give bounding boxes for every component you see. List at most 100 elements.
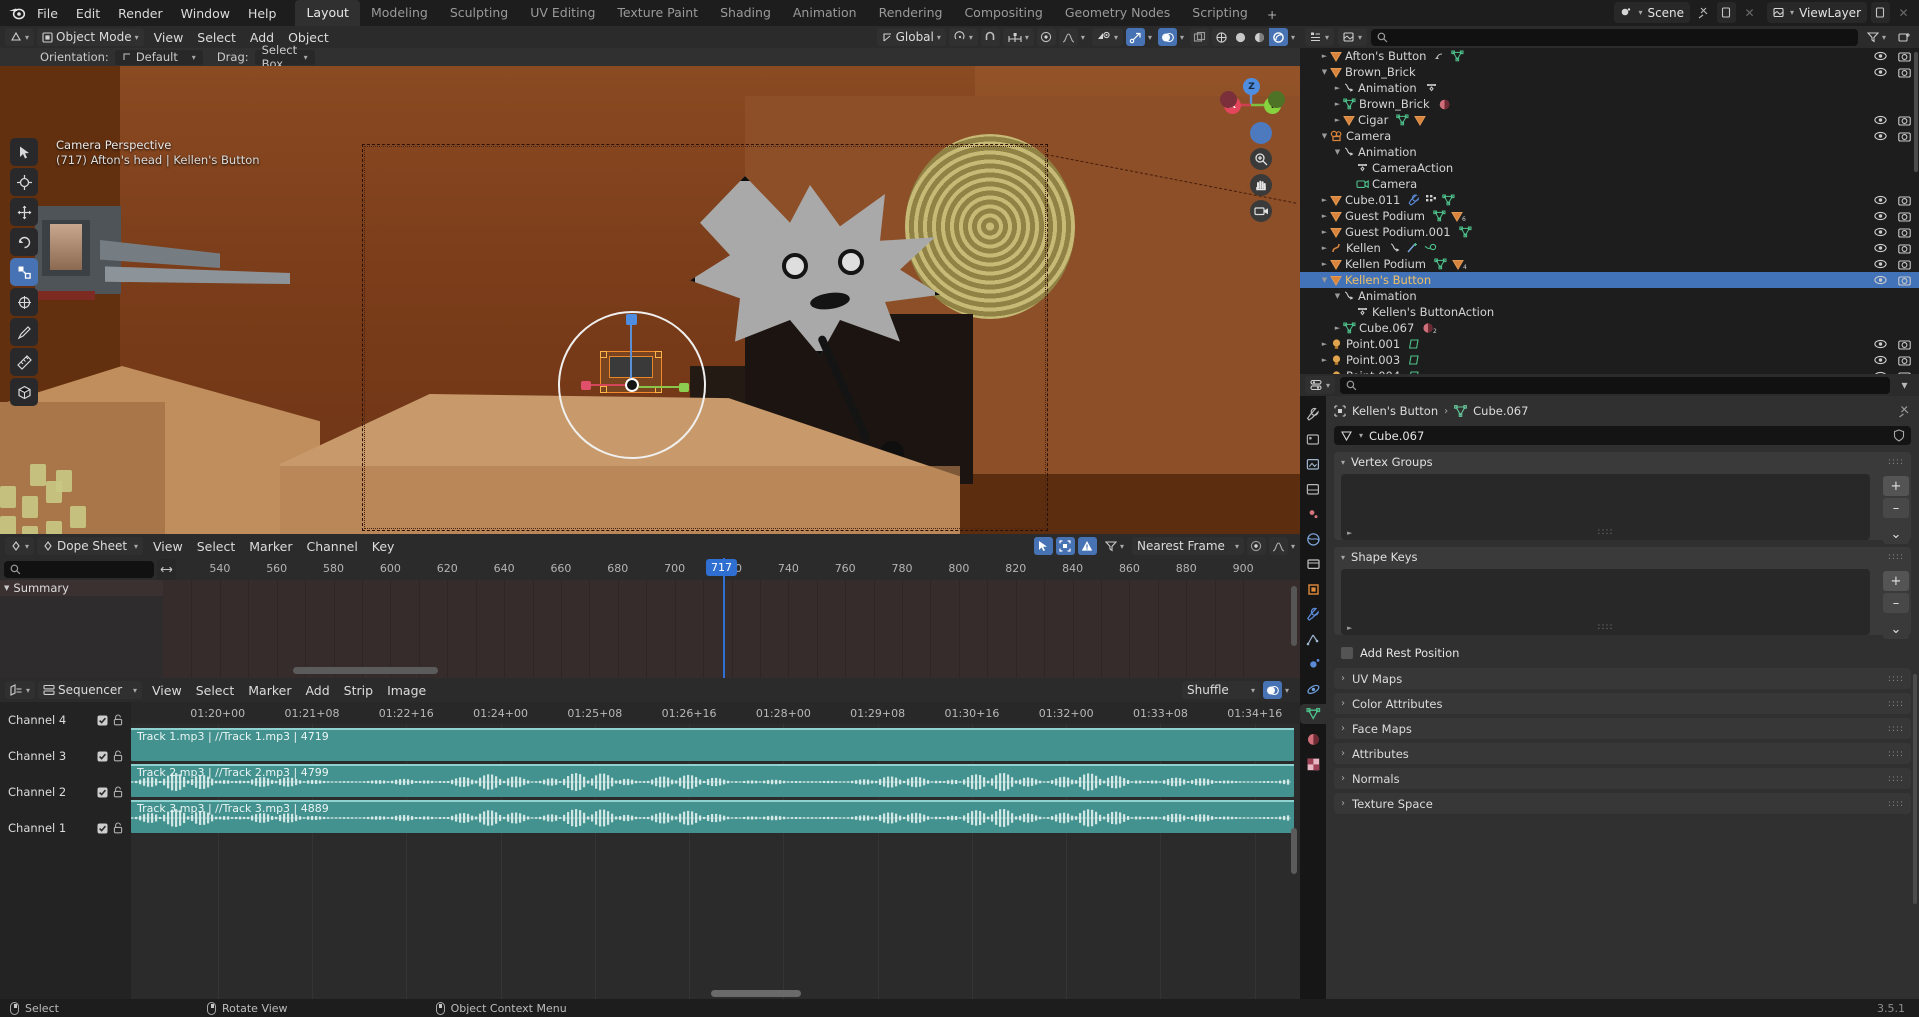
mesh-data-icon[interactable] — [1442, 194, 1455, 206]
camera-render-icon[interactable] — [1898, 195, 1911, 206]
animation-icon[interactable] — [1389, 243, 1401, 254]
chevron-down-icon[interactable]: ▾ — [1180, 33, 1184, 42]
list-menu-button[interactable]: ⌄ — [1883, 524, 1909, 544]
chevron-right-icon[interactable]: ► — [1319, 52, 1330, 60]
gizmo-origin[interactable] — [625, 378, 639, 392]
list-remove-button[interactable]: – — [1883, 593, 1909, 613]
camera-render-icon[interactable] — [1898, 259, 1911, 270]
outliner-row-kellen-s-buttonaction[interactable]: Kellen's ButtonAction — [1300, 304, 1919, 320]
camera-render-icon[interactable] — [1898, 115, 1911, 126]
mesh-data-icon[interactable] — [1433, 210, 1446, 222]
list-add-button[interactable]: + — [1883, 476, 1909, 496]
panel-normals[interactable]: ›Normals:::: — [1334, 768, 1911, 789]
proportional-edit-icon[interactable] — [1037, 28, 1056, 46]
mesh-data-icon[interactable] — [1459, 226, 1472, 238]
panel-listbox[interactable]: ►:::: — [1341, 474, 1870, 540]
mesh-object-icon-4[interactable]: 4 — [1452, 259, 1467, 270]
sequencer-menu-image[interactable]: Image — [380, 681, 433, 699]
channel-lock-icon[interactable] — [113, 750, 123, 762]
channel-mute-checkbox[interactable] — [97, 787, 108, 798]
show-hidden-icon[interactable] — [1056, 537, 1075, 555]
outliner-editor-type[interactable]: ▾ — [1305, 28, 1334, 46]
menu-edit[interactable]: Edit — [67, 3, 109, 24]
mesh-data-icon[interactable] — [1451, 50, 1464, 62]
sequencer-menu-view[interactable]: View — [145, 681, 189, 699]
tool-tab-icon[interactable] — [1303, 404, 1323, 424]
panel-header[interactable]: ▾Shape Keys:::: — [1334, 547, 1911, 567]
output-tab-icon[interactable] — [1303, 454, 1323, 474]
outliner-scrollbar[interactable] — [1914, 52, 1918, 172]
cursor-tool-icon[interactable] — [10, 168, 38, 196]
dope-editor-type[interactable]: ▾ — [5, 537, 34, 555]
overlap-mode-selector[interactable]: Shuffle ▾ — [1182, 681, 1260, 699]
outliner-row-brown-brick[interactable]: ►Brown_Brick — [1300, 96, 1919, 112]
gizmo-axis-x[interactable] — [585, 384, 630, 386]
sequencer-ruler[interactable]: 01:20+0001:21+0801:22+1601:24+0001:25+08… — [131, 702, 1300, 724]
dope-sheet-keyframe-area[interactable] — [163, 580, 1300, 678]
list-grip[interactable]: :::: — [1597, 622, 1613, 632]
transform-tool-icon[interactable] — [10, 288, 38, 316]
list-grip[interactable]: :::: — [1597, 527, 1613, 537]
scale-tool-icon[interactable] — [10, 258, 38, 286]
eye-icon[interactable] — [1874, 51, 1887, 62]
sequencer-channel-row[interactable]: Channel 1 — [0, 810, 131, 846]
summary-channel[interactable]: ▼ Summary — [0, 580, 163, 596]
outliner-row-cube-011[interactable]: ►Cube.011 — [1300, 192, 1919, 208]
workspace-tab-sculpting[interactable]: Sculpting — [439, 0, 519, 26]
move-tool-icon[interactable] — [10, 198, 38, 226]
shading-material-icon[interactable] — [1250, 28, 1269, 46]
sequencer-strip[interactable]: Track 2.mp3 | //Track 2.mp3 | 4799 — [131, 764, 1294, 797]
menu-window[interactable]: Window — [172, 3, 239, 24]
dope-filter-button[interactable]: ▾ — [1100, 537, 1129, 555]
snap-to-selector[interactable]: ▾ — [1003, 28, 1034, 46]
outliner-row-kellen-podium[interactable]: ►Kellen Podium4 — [1300, 256, 1919, 272]
chevron-down-icon[interactable]: ▼ — [1332, 292, 1343, 300]
chevron-down-icon[interactable]: ▼ — [1332, 148, 1343, 156]
breadcrumb-object[interactable]: Kellen's Button — [1352, 404, 1438, 418]
properties-scrollbar[interactable] — [1913, 674, 1917, 904]
dope-search-input[interactable] — [4, 561, 154, 578]
eye-icon[interactable] — [1874, 259, 1887, 270]
annotate-tool-icon[interactable] — [10, 318, 38, 346]
outliner-display-mode[interactable]: ▾ — [1338, 28, 1367, 46]
chevron-down-icon[interactable]: ▾ — [1291, 33, 1295, 42]
list-remove-button[interactable]: – — [1883, 498, 1909, 518]
outliner-row-cameraaction[interactable]: CameraAction — [1300, 160, 1919, 176]
eye-icon[interactable] — [1874, 227, 1887, 238]
panel-attributes[interactable]: ›Attributes:::: — [1334, 743, 1911, 764]
snap-magnet-icon[interactable] — [981, 28, 1000, 46]
outliner-row-cube-067[interactable]: ►Cube.0672 — [1300, 320, 1919, 336]
outliner-filter-button[interactable]: ▾ — [1862, 28, 1891, 46]
chevron-down-icon[interactable]: ▾ — [1291, 542, 1295, 551]
outliner-row-afton-s-button[interactable]: ►Afton's Button — [1300, 48, 1919, 64]
eye-icon[interactable] — [1874, 195, 1887, 206]
close-scene-icon[interactable]: ✕ — [1740, 2, 1759, 23]
shading-wireframe-icon[interactable] — [1212, 28, 1231, 46]
sequencer-channel-row[interactable]: Channel 4 — [0, 702, 131, 738]
hand-pan-icon[interactable] — [1250, 174, 1272, 196]
modifier-wrench-icon[interactable] — [1408, 194, 1420, 206]
chevron-right-icon[interactable]: ► — [1319, 196, 1330, 204]
pin-icon[interactable] — [1898, 405, 1911, 418]
rotate-tool-icon[interactable] — [10, 228, 38, 256]
outliner-tree[interactable]: ►Afton's Button▼Brown_Brick►Animation►Br… — [1300, 48, 1919, 374]
snap-mode-selector[interactable]: Nearest Frame ▾ — [1132, 537, 1244, 555]
add-workspace-button[interactable]: + — [1259, 3, 1285, 26]
chevron-down-icon[interactable]: ▼ — [1319, 68, 1330, 76]
sequencer-editor-type[interactable]: ▾ — [5, 681, 35, 699]
only-selected-icon[interactable] — [1034, 537, 1053, 555]
render-tab-icon[interactable] — [1303, 429, 1323, 449]
material-icon-2[interactable]: 2 — [1422, 322, 1437, 335]
object-tab-icon[interactable] — [1303, 579, 1323, 599]
gizmo-axis-neg-x-ball[interactable] — [1220, 91, 1237, 108]
transform-orientation-selector[interactable]: Global ▾ — [877, 28, 946, 46]
dope-mode-selector[interactable]: Dope Sheet ▾ — [37, 537, 143, 555]
chevron-down-icon[interactable]: ▾ — [1081, 33, 1085, 42]
tweak-select-tool-icon[interactable] — [10, 138, 38, 166]
sequencer-menu-select[interactable]: Select — [189, 681, 242, 699]
drag-dropdown[interactable]: Select Box ▾ — [255, 50, 315, 65]
constraint-icon[interactable] — [1424, 243, 1437, 254]
workspace-tab-uv-editing[interactable]: UV Editing — [519, 0, 606, 26]
outliner-row-guest-podium-001[interactable]: ►Guest Podium.001 — [1300, 224, 1919, 240]
chevron-down-icon[interactable]: ▼ — [1319, 276, 1330, 284]
